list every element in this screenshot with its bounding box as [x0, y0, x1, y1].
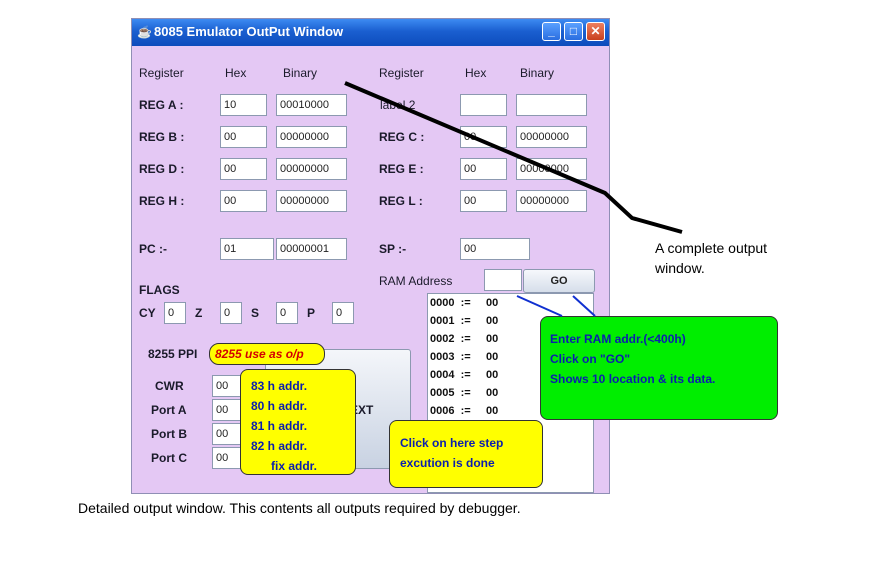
figure-caption: Detailed output window. This contents al…	[78, 500, 521, 516]
annotation-pointer-lines	[344, 81, 683, 317]
complete-line: window.	[655, 260, 705, 276]
complete-window-annotation: A complete output window.	[655, 238, 767, 278]
complete-window-pointer	[344, 81, 683, 234]
complete-line: A complete output	[655, 240, 768, 256]
ram-help-pointer-1	[516, 295, 563, 317]
ram-help-pointer-2	[572, 295, 596, 317]
